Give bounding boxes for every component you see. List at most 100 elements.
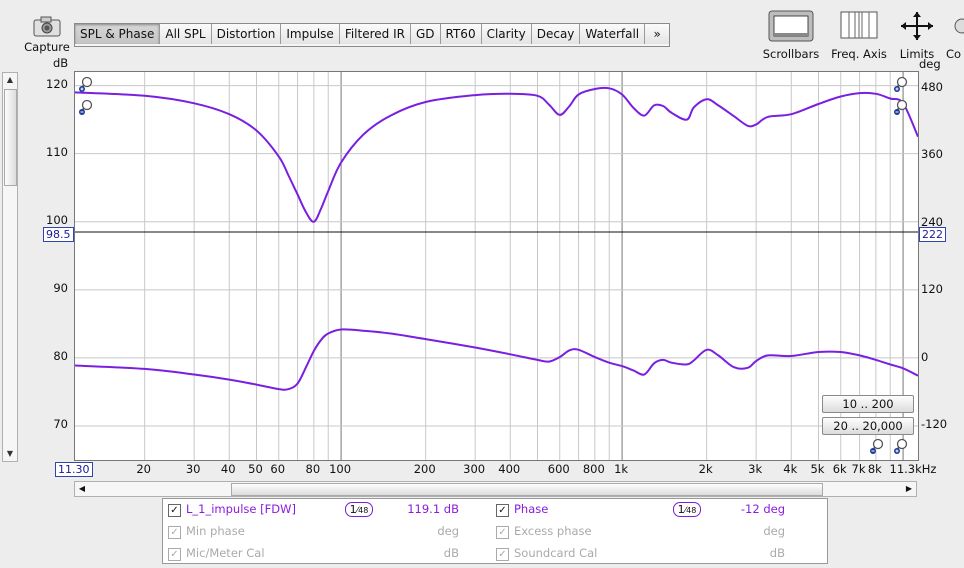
legend-soundcard-cal-unit: dB (769, 546, 785, 560)
x-axis-tick: 800 (582, 462, 605, 476)
legend-mic-cal-unit: dB (443, 546, 459, 560)
freq-axis-button[interactable]: Freq. Axis (830, 10, 888, 61)
limits-arrows-icon (901, 12, 933, 40)
legend-min-phase-unit: deg (437, 524, 459, 538)
legend-phase-value: -12 deg (740, 502, 785, 516)
left-axis-tick: 70 (53, 416, 68, 431)
x-axis-tick: 600 (547, 462, 570, 476)
range-20-20000-button[interactable]: 20 .. 20,000 (822, 417, 914, 435)
phase-smoothing[interactable]: 1⁄48 (673, 502, 701, 517)
tab-all-spl[interactable]: All SPL (160, 24, 212, 44)
legend-phase-name: Phase (514, 502, 549, 516)
right-axis-tick: 0 (921, 349, 929, 364)
zoom-in-icon[interactable] (893, 438, 909, 454)
left-axis-unit: dB (53, 56, 69, 70)
range-10-200-button[interactable]: 10 .. 200 (822, 395, 914, 413)
x-start-value[interactable]: 11.30 (55, 462, 93, 477)
x-axis-tick: 1k (614, 462, 629, 476)
checkbox-soundcard-cal[interactable]: ✓ (496, 548, 509, 561)
capture-label: Capture (24, 40, 70, 54)
scroll-up-arrow-icon[interactable]: ▲ (3, 73, 17, 87)
legend-mic-cal-name: Mic/Meter Cal (186, 546, 265, 560)
controls-button[interactable]: Co (946, 10, 964, 61)
x-axis-tick: 300 (463, 462, 486, 476)
left-axis-tick: 80 (53, 348, 68, 363)
right-axis-tick: 480 (921, 79, 943, 94)
spl-phase-graph[interactable] (74, 71, 919, 461)
tab-gd[interactable]: GD (410, 24, 441, 44)
right-axis-tick: -120 (921, 417, 948, 432)
left-axis-tick: 100 (46, 212, 68, 227)
x-axis-tick: 30 (185, 462, 201, 476)
x-axis-tick: 200 (413, 462, 436, 476)
tab-filtered-ir[interactable]: Filtered IR (339, 24, 411, 44)
x-axis-tick: 2k (698, 462, 713, 476)
spl-smoothing[interactable]: 1⁄48 (345, 502, 373, 517)
horizontal-scrollbar[interactable]: ◀ ▶ (74, 481, 917, 497)
x-axis-tick: 7k (851, 462, 866, 476)
cursor-left-value: 98.5 (43, 227, 74, 242)
legend-min-phase-name: Min phase (186, 524, 245, 538)
x-axis-tick: 11.3kHz (889, 462, 937, 476)
x-axis-tick: 6k (832, 462, 847, 476)
legend-excess-phase-unit: deg (763, 524, 785, 538)
tab-waterfall[interactable]: Waterfall (580, 24, 646, 44)
legend-excess-phase-name: Excess phase (514, 524, 592, 538)
vertical-scrollbar[interactable]: ▲ ▼ (2, 72, 18, 462)
controls-label: Co (946, 47, 962, 61)
checkbox-mic-cal[interactable]: ✓ (168, 548, 181, 561)
scroll-right-arrow-icon[interactable]: ▶ (902, 482, 916, 496)
legend-soundcard-cal-name: Soundcard Cal (514, 546, 598, 560)
x-axis-tick: 4k (783, 462, 798, 476)
left-axis-tick: 90 (53, 280, 68, 295)
tab-distortion[interactable]: Distortion (211, 24, 282, 44)
right-axis-tick: 120 (921, 282, 943, 297)
right-axis-unit: deg (919, 57, 941, 71)
checkbox-phase[interactable]: ✓ (496, 504, 509, 517)
legend-spl-name: L_1_impulse [FDW] (186, 502, 296, 516)
x-axis-tick: 60 (270, 462, 286, 476)
capture-button[interactable]: Capture (22, 10, 72, 56)
zoom-out-icon[interactable] (78, 99, 94, 115)
x-axis-tick: 3k (748, 462, 763, 476)
vertical-scroll-thumb[interactable] (4, 89, 17, 186)
freq-axis-label: Freq. Axis (831, 47, 887, 61)
tab-impulse[interactable]: Impulse (281, 24, 340, 44)
trace-legend: ✓ L_1_impulse [FDW] 1⁄48 119.1 dB ✓ Min … (162, 498, 828, 564)
scrollbars-button[interactable]: Scrollbars (762, 10, 820, 61)
tab-more[interactable]: » (645, 24, 670, 44)
zoom-in-icon[interactable] (893, 76, 909, 92)
left-axis-tick: 110 (46, 144, 68, 159)
zoom-in-icon[interactable] (78, 76, 94, 92)
x-axis-tick: 400 (498, 462, 521, 476)
legend-spl-value: 119.1 dB (407, 502, 459, 516)
window-scrollbars-icon (768, 10, 814, 42)
tab-decay[interactable]: Decay (531, 24, 581, 44)
limits-button[interactable]: Limits (892, 10, 942, 61)
tab-clarity[interactable]: Clarity (481, 24, 532, 44)
x-axis-tick: 8k (867, 462, 882, 476)
scroll-down-arrow-icon[interactable]: ▼ (3, 447, 17, 461)
left-axis-tick: 120 (46, 76, 68, 91)
right-axis-tick: 360 (921, 147, 943, 162)
zoom-out-icon[interactable] (869, 438, 885, 454)
x-axis-tick: 50 (248, 462, 263, 476)
horizontal-scroll-thumb[interactable] (231, 483, 823, 496)
scrollbars-label: Scrollbars (762, 47, 820, 61)
x-axis-tick: 80 (305, 462, 321, 476)
controls-icon (954, 18, 964, 34)
checkbox-min-phase[interactable]: ✓ (168, 526, 181, 539)
x-axis-tick: 20 (136, 462, 151, 476)
checkbox-excess-phase[interactable]: ✓ (496, 526, 509, 539)
camera-icon (33, 16, 61, 37)
graph-tabs: SPL & Phase All SPL Distortion Impulse F… (74, 23, 671, 47)
checkbox-spl[interactable]: ✓ (168, 504, 181, 517)
scroll-left-arrow-icon[interactable]: ◀ (75, 482, 89, 496)
tab-spl-phase[interactable]: SPL & Phase (75, 24, 161, 44)
cursor-right-value: 222 (919, 227, 946, 242)
zoom-out-icon[interactable] (893, 99, 909, 115)
tab-rt60[interactable]: RT60 (440, 24, 482, 44)
x-axis-tick: 40 (220, 462, 236, 476)
x-axis-tick: 5k (810, 462, 825, 476)
chart-svg (75, 72, 918, 460)
